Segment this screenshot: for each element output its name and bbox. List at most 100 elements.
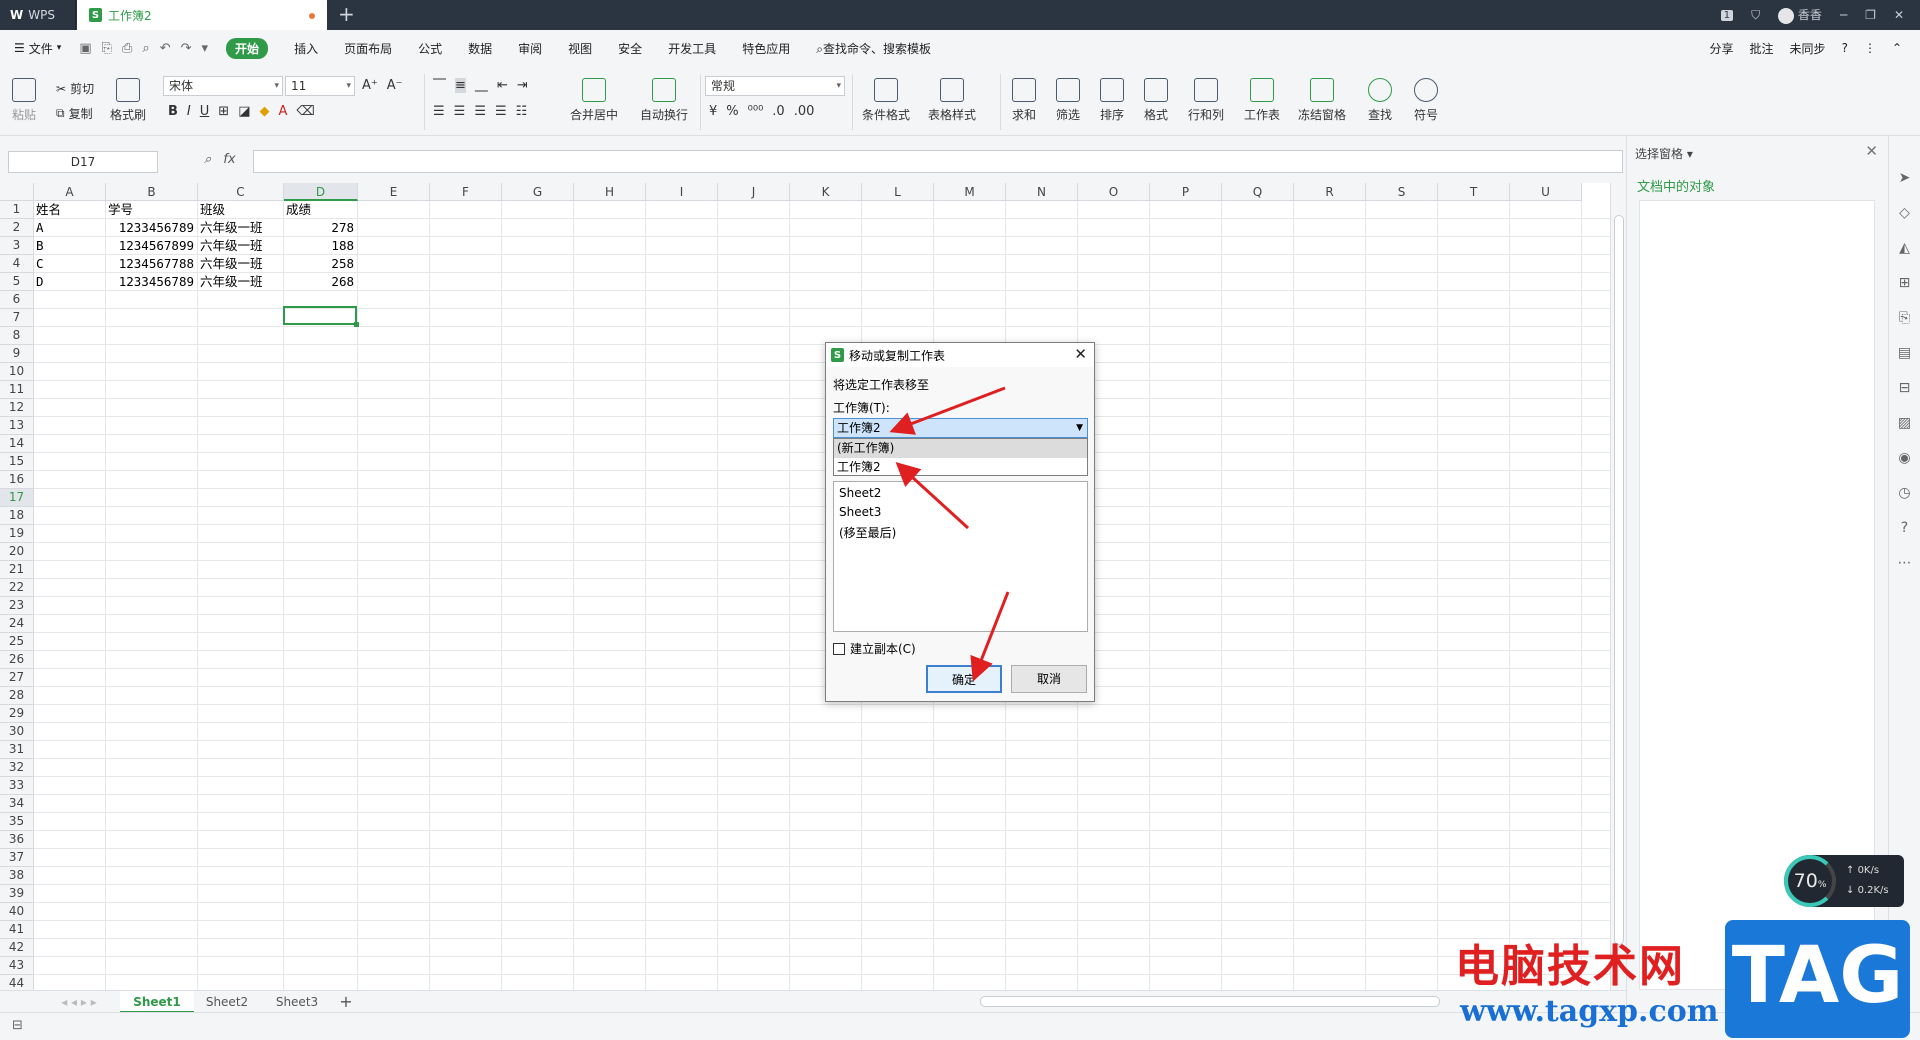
- column-header-O[interactable]: O: [1078, 183, 1150, 201]
- column-header-F[interactable]: F: [430, 183, 502, 201]
- cell-A1[interactable]: 姓名: [36, 201, 105, 219]
- row-header-35[interactable]: 35: [0, 813, 34, 831]
- highlight-icon[interactable]: ◆: [259, 104, 269, 119]
- row-header-20[interactable]: 20: [0, 543, 34, 561]
- shapes-icon[interactable]: ◇: [1899, 205, 1910, 221]
- bold-icon[interactable]: B: [168, 104, 178, 119]
- close-icon[interactable]: ✕: [1074, 345, 1087, 363]
- cell-A4[interactable]: C: [36, 255, 105, 273]
- distributed-icon[interactable]: ☷: [516, 104, 528, 119]
- cell-A5[interactable]: D: [36, 273, 105, 291]
- sheet-nav-arrows[interactable]: ◂ ◂ ▸ ▸: [34, 991, 124, 1013]
- cut-button[interactable]: ✂ 剪切: [56, 80, 94, 97]
- currency-icon[interactable]: ¥: [709, 104, 717, 119]
- backup-icon[interactable]: ◉: [1898, 450, 1910, 466]
- filter-button[interactable]: 筛选: [1056, 78, 1080, 123]
- row-header-2[interactable]: 2: [0, 219, 34, 237]
- row-header-33[interactable]: 33: [0, 777, 34, 795]
- row-header-1[interactable]: 1: [0, 201, 34, 219]
- column-header-J[interactable]: J: [718, 183, 790, 201]
- decrease-decimal-icon[interactable]: .00: [794, 104, 815, 119]
- cell-C5[interactable]: 六年级一班: [200, 273, 283, 291]
- tab-view[interactable]: 视图: [568, 40, 592, 57]
- comma-icon[interactable]: ⁰⁰⁰: [748, 104, 764, 119]
- tab-start[interactable]: 开始: [226, 37, 269, 59]
- column-header-G[interactable]: G: [502, 183, 574, 201]
- column-header-A[interactable]: A: [34, 183, 106, 201]
- sheet-tab-1[interactable]: Sheet1: [120, 991, 194, 1013]
- border-icon[interactable]: ⊞: [218, 104, 229, 119]
- question-icon[interactable]: ?: [1901, 520, 1908, 536]
- row-header-11[interactable]: 11: [0, 381, 34, 399]
- redo-icon[interactable]: ↷: [181, 41, 192, 56]
- list-item[interactable]: Sheet2: [839, 486, 881, 500]
- row-header-7[interactable]: 7: [0, 309, 34, 327]
- more-icon[interactable]: ⋮: [1864, 41, 1876, 55]
- row-header-13[interactable]: 13: [0, 417, 34, 435]
- column-header-N[interactable]: N: [1006, 183, 1078, 201]
- row-header-34[interactable]: 34: [0, 795, 34, 813]
- tab-review[interactable]: 审阅: [518, 40, 542, 57]
- sync-status-button[interactable]: 未同步: [1790, 40, 1826, 57]
- row-header-40[interactable]: 40: [0, 903, 34, 921]
- row-header-8[interactable]: 8: [0, 327, 34, 345]
- row-header-26[interactable]: 26: [0, 651, 34, 669]
- close-window-icon[interactable]: ✕: [1894, 8, 1904, 22]
- save-icon[interactable]: ▣: [79, 41, 91, 56]
- row-header-5[interactable]: 5: [0, 273, 34, 291]
- tab-data[interactable]: 数据: [468, 40, 492, 57]
- cancel-button[interactable]: 取消: [1011, 665, 1087, 693]
- worksheet-button[interactable]: 工作表: [1244, 78, 1280, 123]
- history-icon[interactable]: ◷: [1898, 485, 1910, 501]
- column-header-K[interactable]: K: [790, 183, 862, 201]
- column-header-C[interactable]: C: [198, 183, 284, 201]
- column-header-I[interactable]: I: [646, 183, 718, 201]
- row-header-23[interactable]: 23: [0, 597, 34, 615]
- command-search[interactable]: ⌕查找命令、搜索模板: [816, 40, 931, 57]
- wrap-text-button[interactable]: 自动换行: [640, 78, 688, 123]
- share-button[interactable]: 分享: [1710, 40, 1734, 57]
- font-grow-icon[interactable]: A⁺: [362, 78, 378, 93]
- tab-insert[interactable]: 插入: [294, 40, 318, 57]
- column-header-M[interactable]: M: [934, 183, 1006, 201]
- selection-pane-title[interactable]: 选择窗格 ▾: [1635, 145, 1693, 162]
- freeze-panes-button[interactable]: 冻结窗格: [1298, 78, 1346, 123]
- number-format-select[interactable]: 常规 ▾: [705, 76, 845, 96]
- column-header-S[interactable]: S: [1366, 183, 1438, 201]
- vertical-scrollbar[interactable]: [1610, 183, 1626, 990]
- row-header-29[interactable]: 29: [0, 705, 34, 723]
- percent-icon[interactable]: %: [726, 104, 738, 119]
- row-header-21[interactable]: 21: [0, 561, 34, 579]
- underline-icon[interactable]: U: [200, 104, 210, 119]
- workbook-select[interactable]: 工作簿2 ▼: [833, 418, 1088, 438]
- help-icon[interactable]: ?: [1842, 41, 1848, 55]
- name-box[interactable]: D17: [8, 151, 158, 173]
- link-icon[interactable]: ⎘: [1899, 310, 1910, 326]
- align-left-icon[interactable]: ☰: [433, 104, 445, 119]
- row-header-4[interactable]: 4: [0, 255, 34, 273]
- formula-input[interactable]: [253, 150, 1623, 173]
- row-header-12[interactable]: 12: [0, 399, 34, 417]
- tab-special[interactable]: 特色应用: [742, 40, 790, 57]
- window-count-badge[interactable]: 1: [1720, 9, 1734, 21]
- spreadsheet-grid[interactable]: A B C D E F G H I J K L M N O P Q R S T U 1 2 3 4 5 6 7 8 9 10 11 12 13 14…: [0, 183, 1610, 990]
- column-header-R[interactable]: R: [1294, 183, 1366, 201]
- tab-page-layout[interactable]: 页面布局: [344, 40, 392, 57]
- row-header-19[interactable]: 19: [0, 525, 34, 543]
- row-header-3[interactable]: 3: [0, 237, 34, 255]
- row-header-36[interactable]: 36: [0, 831, 34, 849]
- row-header-31[interactable]: 31: [0, 741, 34, 759]
- cell-A2[interactable]: A: [36, 219, 105, 237]
- cell-A3[interactable]: B: [36, 237, 105, 255]
- document-tab[interactable]: S 工作簿2: [77, 0, 327, 30]
- font-size-select[interactable]: 11 ▾: [285, 76, 355, 96]
- indent-increase-icon[interactable]: ⇥: [517, 78, 528, 93]
- align-center-icon[interactable]: ☰: [454, 104, 466, 119]
- dropdown-option-workbook2[interactable]: 工作簿2: [834, 458, 1087, 477]
- skin-icon[interactable]: ⛉: [1751, 8, 1760, 23]
- cell-B2[interactable]: 1233456789: [108, 219, 197, 237]
- row-header-15[interactable]: 15: [0, 453, 34, 471]
- paste-button[interactable]: 粘贴: [12, 78, 36, 123]
- row-header-16[interactable]: 16: [0, 471, 34, 489]
- cell-B5[interactable]: 1233456789: [108, 273, 197, 291]
